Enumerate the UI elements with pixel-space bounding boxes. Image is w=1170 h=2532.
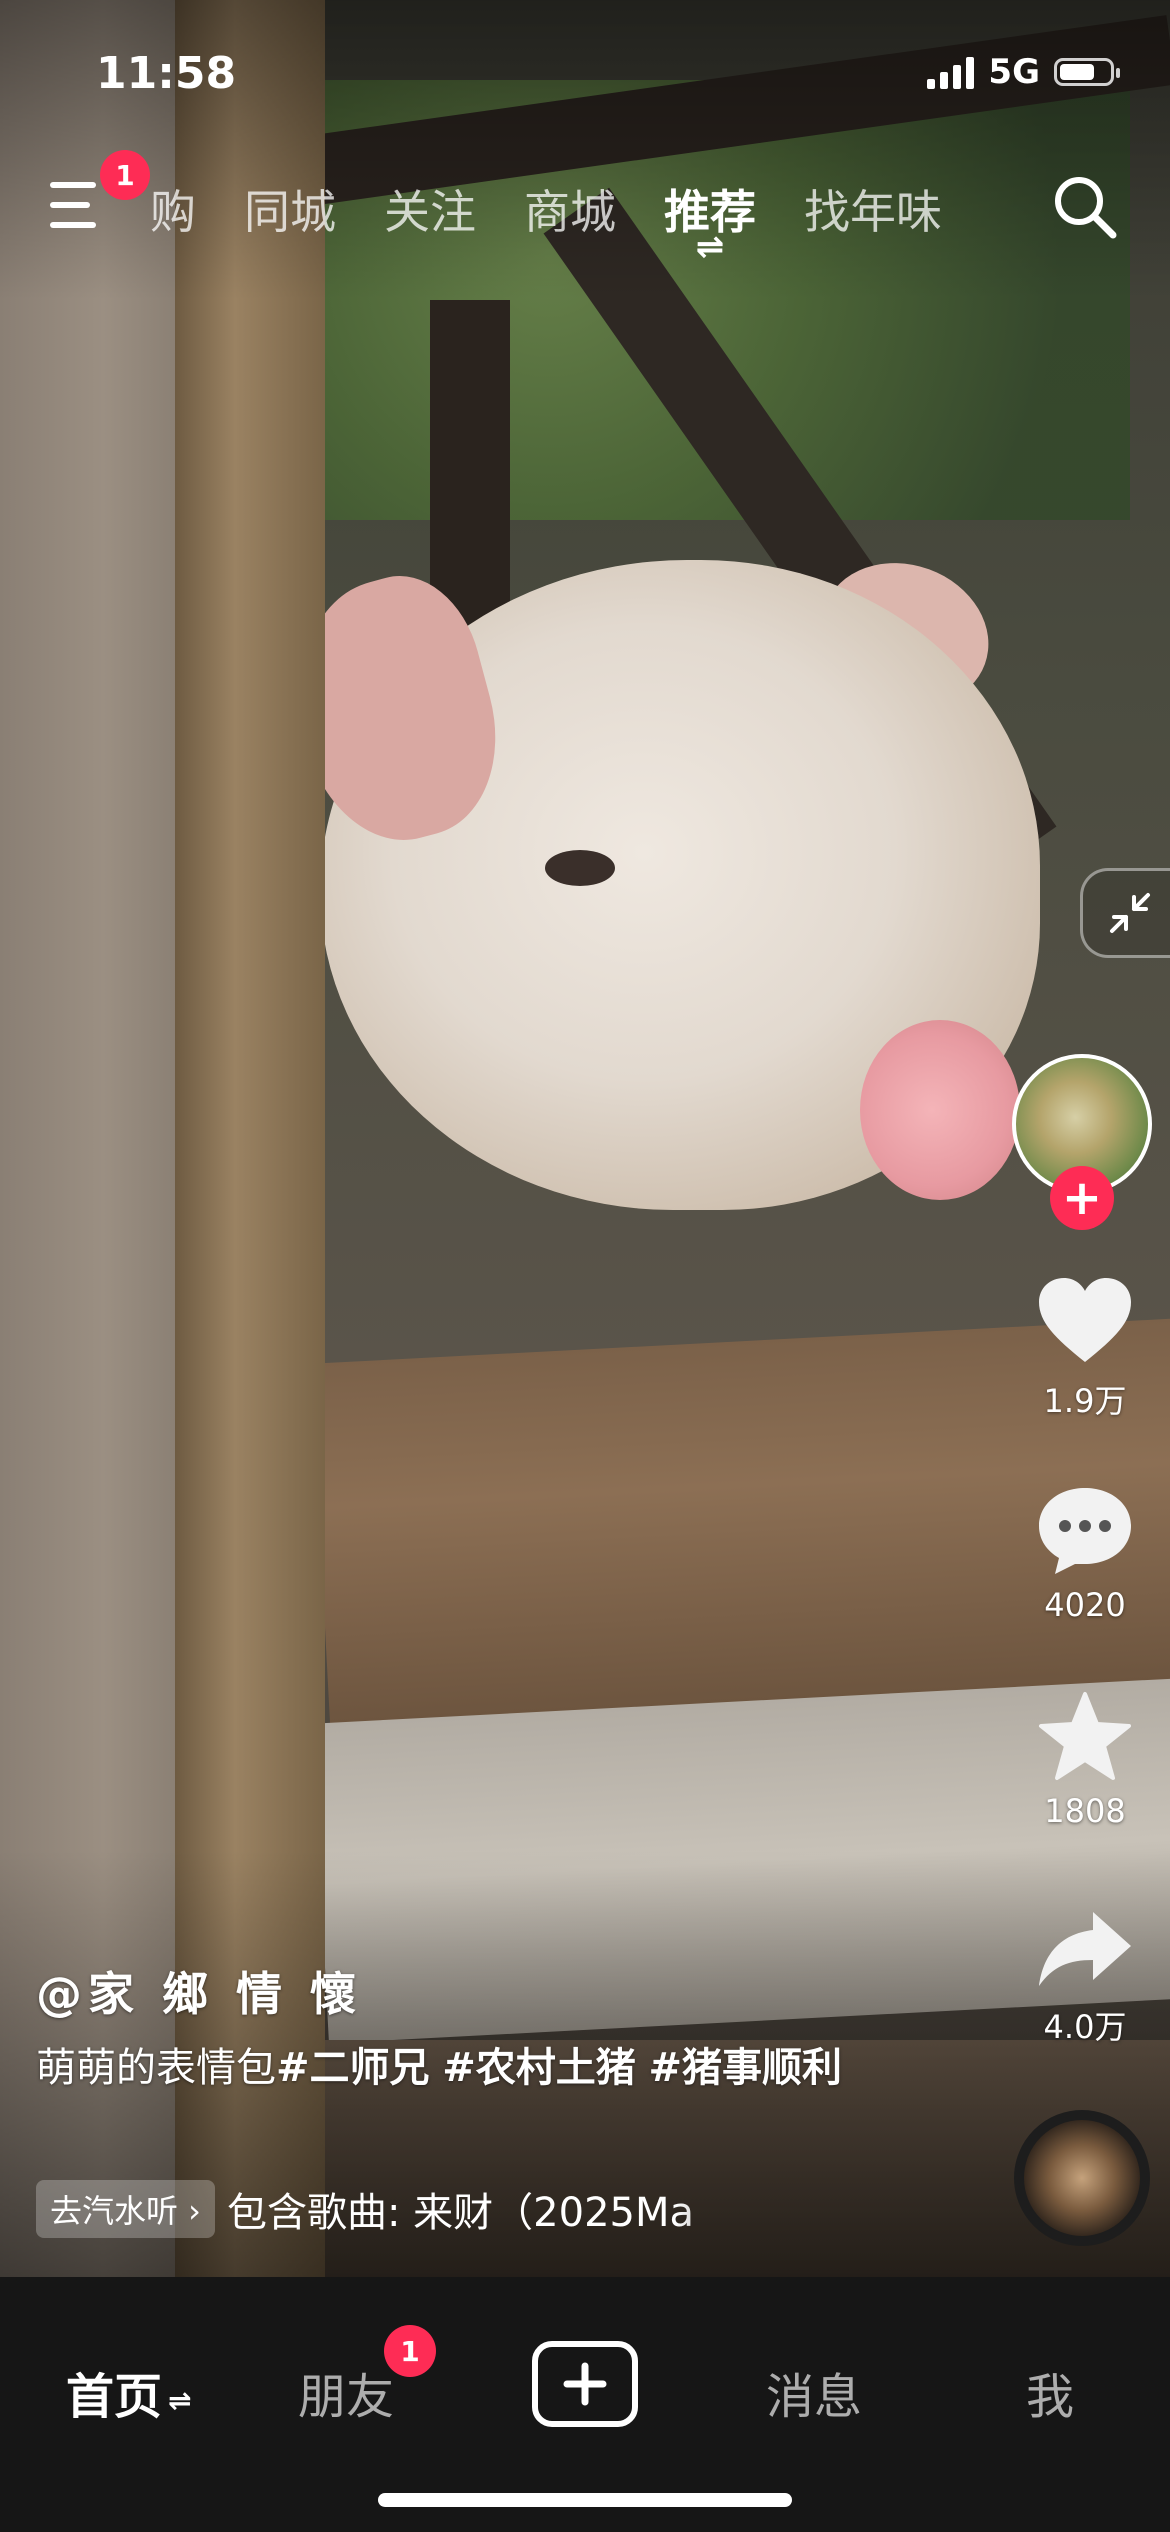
nav-home[interactable]: 首页 ⇌ [66, 2357, 191, 2427]
nav-messages[interactable]: 消息 [766, 2357, 862, 2427]
comment-count: 4020 [1044, 1586, 1126, 1624]
nav-me[interactable]: 我 [1026, 2357, 1074, 2427]
like-button[interactable]: 1.9万 [1010, 1276, 1160, 1422]
favorite-count: 1808 [1044, 1792, 1126, 1830]
author-name[interactable]: @家 鄉 情 懷 [36, 1958, 362, 2024]
swap-icon: ⇌ [168, 2383, 192, 2417]
music-row: 去汽水听 › 包含歌曲: 来财（2025Ma [36, 2180, 787, 2238]
menu-badge: 1 [100, 150, 150, 200]
menu-icon[interactable] [50, 180, 108, 230]
tab-local[interactable]: 同城 [244, 176, 336, 242]
signal-icon [927, 55, 975, 89]
tab-new-year[interactable]: 找年味 [804, 176, 942, 242]
music-disc[interactable] [1014, 2110, 1150, 2246]
share-button[interactable]: 4.0万 [1010, 1906, 1160, 2048]
search-icon[interactable] [1050, 172, 1120, 242]
top-tabs: 购 同城 关注 商城 推荐 ⇌ 找年味 [150, 176, 942, 264]
comment-icon [1039, 1488, 1131, 1574]
friends-badge: 1 [384, 2325, 436, 2377]
battery-icon [1054, 58, 1120, 86]
network-type: 5G [988, 52, 1040, 92]
share-count: 4.0万 [1043, 2008, 1127, 2046]
video-frame[interactable] [0, 0, 1170, 2277]
follow-button[interactable]: + [1050, 1166, 1114, 1230]
favorite-button[interactable]: 1808 [1010, 1690, 1160, 1830]
collapse-icon[interactable] [1080, 868, 1170, 958]
music-title[interactable]: 包含歌曲: 来财（2025Ma [227, 2180, 787, 2238]
share-icon [1039, 1912, 1131, 1986]
hashtag[interactable]: #农村土猪 [442, 2045, 636, 2091]
create-button[interactable] [532, 2341, 638, 2427]
tab-following[interactable]: 关注 [384, 176, 476, 242]
nav-friends[interactable]: 朋友 [298, 2357, 394, 2427]
like-count: 1.9万 [1043, 1382, 1127, 1420]
hashtag[interactable]: #二师兄 [276, 2045, 430, 2091]
tab-recommended[interactable]: 推荐 ⇌ [664, 176, 756, 264]
status-indicators: 5G [927, 52, 1120, 92]
swap-icon: ⇌ [695, 227, 725, 267]
tab-mall[interactable]: 商城 [524, 176, 616, 242]
nav-home-label: 首页 [66, 2369, 163, 2425]
pig-eye [545, 850, 615, 886]
bottom-nav: 首页 ⇌ 朋友 1 消息 我 [0, 2277, 1170, 2532]
heart-icon [1039, 1278, 1131, 1362]
plus-icon [563, 2362, 607, 2406]
hashtag[interactable]: #猪事顺利 [648, 2045, 842, 2091]
listen-on-qishui-button[interactable]: 去汽水听 › [36, 2180, 215, 2238]
top-gradient [0, 0, 1170, 300]
home-indicator [378, 2493, 792, 2507]
video-description: 萌萌的表情包#二师兄 #农村土猪 #猪事顺利 [36, 2036, 896, 2100]
status-time: 11:58 [96, 48, 237, 99]
description-text: 萌萌的表情包 [36, 2045, 276, 2091]
tab-shop-partial[interactable]: 购 [150, 176, 196, 242]
comment-button[interactable]: 4020 [1010, 1484, 1160, 1624]
star-icon [1039, 1692, 1131, 1780]
pig-snout [860, 1020, 1020, 1200]
